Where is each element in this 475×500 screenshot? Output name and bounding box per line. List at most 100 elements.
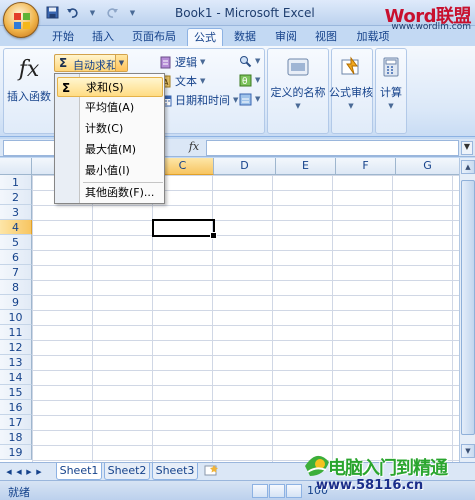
undo-icon[interactable] — [64, 4, 81, 21]
sheet-tab-sheet1[interactable]: Sheet1 — [56, 463, 102, 480]
math-trig-button[interactable]: θ ▼ — [238, 73, 260, 87]
autosum-button[interactable]: Σ 自动求和 ▼ — [54, 54, 128, 72]
row-header-13[interactable]: 13 — [0, 355, 32, 370]
datetime-label: 日期和时间 — [175, 94, 230, 107]
row-header-1[interactable]: 1 — [0, 175, 32, 190]
expand-formula-bar-icon[interactable]: ▼ — [461, 141, 473, 155]
office-button[interactable] — [3, 2, 39, 38]
menu-item-sum[interactable]: Σ 求和(S) — [57, 77, 163, 97]
sigma-icon: Σ — [62, 81, 71, 95]
calculation-button[interactable]: 计算 ▼ — [375, 54, 407, 110]
lookup-dropdown-icon: ▼ — [255, 57, 261, 65]
insert-function-button[interactable]: fx 插入函数 — [6, 54, 52, 104]
row-header-8[interactable]: 8 — [0, 280, 32, 295]
formula-auditing-label: 公式审核 — [329, 86, 373, 99]
row-header-11[interactable]: 11 — [0, 325, 32, 340]
autosum-dropdown-arrow[interactable]: ▼ — [115, 55, 127, 71]
column-header-d[interactable]: D — [214, 158, 276, 175]
math-dropdown-icon: ▼ — [255, 76, 261, 84]
menu-item-min-label: 最小值(I) — [85, 164, 130, 177]
formula-auditing-button[interactable]: 公式审核 ▼ — [326, 54, 376, 110]
tab-view[interactable]: 视图 — [310, 28, 342, 46]
calculation-dropdown-icon: ▼ — [388, 102, 394, 110]
tab-insert[interactable]: 插入 — [88, 28, 118, 46]
prev-sheet-icon[interactable]: ◀ — [14, 466, 24, 478]
lookup-button[interactable]: ▼ — [238, 54, 260, 68]
menu-item-sum-label: 求和(S) — [86, 81, 124, 94]
normal-view-icon[interactable] — [252, 484, 268, 498]
brand-url: www.wordlm.com — [391, 22, 471, 32]
row-header-2[interactable]: 2 — [0, 190, 32, 205]
formula-auditing-dropdown-icon: ▼ — [348, 102, 354, 110]
customize-qat-icon[interactable]: ▼ — [124, 4, 141, 21]
last-sheet-icon[interactable]: ▶ — [34, 466, 44, 478]
row-header-16[interactable]: 16 — [0, 400, 32, 415]
next-sheet-icon[interactable]: ▶ — [24, 466, 34, 478]
autosum-dropdown-menu: Σ 求和(S) 平均值(A) 计数(C) 最大值(M) 最小值(I) 其他函数(… — [54, 73, 165, 204]
menu-item-more-functions-label: 其他函数(F)... — [85, 186, 155, 199]
insert-sheet-icon[interactable] — [202, 464, 220, 479]
scroll-thumb[interactable] — [461, 180, 475, 435]
watermark-url: www.58116.cn — [316, 478, 424, 493]
tab-page-layout[interactable]: 页面布局 — [128, 28, 180, 46]
svg-text:θ: θ — [242, 77, 248, 87]
page-layout-view-icon[interactable] — [269, 484, 285, 498]
vertical-scrollbar[interactable]: ▲ ▼ — [459, 158, 475, 462]
more-functions-icon — [238, 92, 252, 106]
row-header-19[interactable]: 19 — [0, 445, 32, 460]
math-icon: θ — [238, 73, 252, 87]
active-cell-c4[interactable] — [152, 219, 217, 239]
window-title: Book1 - Microsoft Excel — [175, 6, 315, 20]
select-all-corner[interactable] — [0, 158, 32, 175]
quick-access-toolbar: ▼ ▼ — [44, 4, 141, 21]
tab-review[interactable]: 审阅 — [270, 28, 302, 46]
save-icon[interactable] — [44, 4, 61, 21]
cell-area[interactable] — [32, 175, 460, 462]
row-header-18[interactable]: 18 — [0, 430, 32, 445]
datetime-button[interactable]: 日期和时间 ▼ — [158, 92, 238, 108]
row-header-6[interactable]: 6 — [0, 250, 32, 265]
sheet-tab-sheet2[interactable]: Sheet2 — [104, 463, 150, 480]
row-header-5[interactable]: 5 — [0, 235, 32, 250]
menu-item-average-label: 平均值(A) — [85, 101, 135, 114]
scroll-up-icon[interactable]: ▲ — [461, 160, 475, 174]
menu-item-min[interactable]: 最小值(I) — [57, 161, 163, 181]
formula-auditing-icon — [326, 54, 376, 80]
more-functions-button[interactable]: ▼ — [238, 92, 260, 106]
first-sheet-icon[interactable]: ◀ — [4, 466, 14, 478]
office-logo-icon — [14, 13, 30, 29]
row-header-12[interactable]: 12 — [0, 340, 32, 355]
redo-icon[interactable] — [104, 4, 121, 21]
lookup-icon — [238, 54, 252, 68]
text-button[interactable]: A 文本 ▼ — [158, 73, 205, 89]
row-header-15[interactable]: 15 — [0, 385, 32, 400]
insert-function-fx-button[interactable]: fx — [184, 140, 204, 156]
row-header-7[interactable]: 7 — [0, 265, 32, 280]
row-header-9[interactable]: 9 — [0, 295, 32, 310]
sheet-tab-sheet3[interactable]: Sheet3 — [152, 463, 198, 480]
tab-data[interactable]: 数据 — [229, 28, 261, 46]
column-header-f[interactable]: F — [336, 158, 396, 175]
tab-addins[interactable]: 加载项 — [352, 28, 394, 46]
menu-item-max[interactable]: 最大值(M) — [57, 140, 163, 160]
row-header-3[interactable]: 3 — [0, 205, 32, 220]
watermark-title: 电脑入门到精通 — [328, 458, 448, 479]
menu-item-average[interactable]: 平均值(A) — [57, 98, 163, 118]
menu-item-more-functions[interactable]: 其他函数(F)... — [57, 183, 163, 203]
page-break-view-icon[interactable] — [286, 484, 302, 498]
column-header-e[interactable]: E — [276, 158, 336, 175]
defined-names-button[interactable]: 定义的名称 ▼ — [269, 54, 327, 110]
row-header-14[interactable]: 14 — [0, 370, 32, 385]
row-header-17[interactable]: 17 — [0, 415, 32, 430]
tab-formulas[interactable]: 公式 — [187, 28, 223, 47]
menu-item-max-label: 最大值(M) — [85, 143, 137, 156]
logical-button[interactable]: 逻辑 ▼ — [158, 54, 205, 70]
formula-input[interactable] — [206, 140, 459, 156]
row-header-4[interactable]: 4 — [0, 220, 32, 235]
undo-dropdown-icon[interactable]: ▼ — [84, 4, 101, 21]
logical-icon — [158, 55, 172, 69]
menu-item-count[interactable]: 计数(C) — [57, 119, 163, 139]
column-header-g[interactable]: G — [396, 158, 460, 175]
tab-home[interactable]: 开始 — [46, 28, 80, 46]
row-header-10[interactable]: 10 — [0, 310, 32, 325]
